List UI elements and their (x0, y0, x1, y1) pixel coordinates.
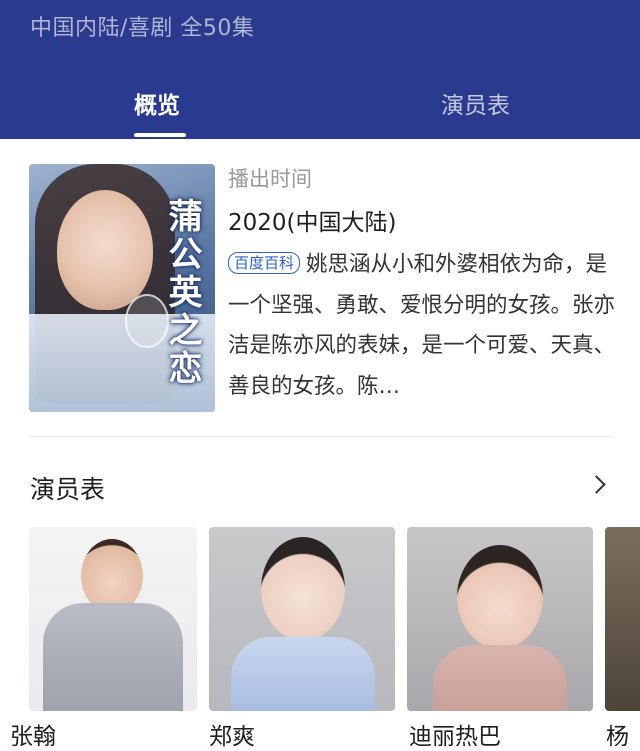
cast-name-1[interactable]: 张翰 (10, 717, 56, 751)
active-tab-indicator (134, 133, 186, 137)
cast-photo-2[interactable] (209, 527, 395, 711)
cast-photo-1[interactable] (29, 527, 197, 711)
tab-cast[interactable]: 演员表 (441, 86, 510, 120)
air-time-value: 2020(中国大陆) (228, 210, 397, 236)
cast-name-2[interactable]: 郑爽 (209, 717, 255, 751)
show-meta: 中国内陆/喜剧 全50集 (30, 16, 255, 41)
cast-1-head (81, 539, 143, 613)
chevron-right-icon[interactable] (587, 475, 606, 494)
cast-photo-3[interactable] (407, 527, 593, 711)
tab-overview[interactable]: 概览 (134, 86, 180, 120)
poster-face (57, 190, 153, 310)
cast-1-body (43, 603, 183, 711)
cast-3-head (457, 545, 543, 649)
divider (30, 436, 612, 437)
cast-3-body (433, 645, 567, 711)
show-poster[interactable]: 蒲公英之恋 (29, 164, 215, 412)
poster-title: 蒲公英之恋 (162, 198, 202, 388)
cast-2-body (231, 637, 375, 711)
synopsis[interactable]: 百度百科 姚思涵从小和外婆相依为命，是一个坚强、勇敢、爱恨分明的女孩。张亦洁是陈亦… (228, 245, 618, 407)
header: 中国内陆/喜剧 全50集 概览 演员表 (0, 0, 640, 139)
baike-badge[interactable]: 百度百科 (228, 252, 301, 274)
cast-name-3[interactable]: 迪丽热巴 (409, 717, 501, 751)
cast-photo-4[interactable] (605, 527, 640, 711)
cast-name-4[interactable]: 杨 (606, 717, 629, 751)
cast-section-title[interactable]: 演员表 (30, 470, 105, 506)
air-time-label: 播出时间 (228, 167, 312, 191)
cast-2-head (261, 537, 345, 641)
